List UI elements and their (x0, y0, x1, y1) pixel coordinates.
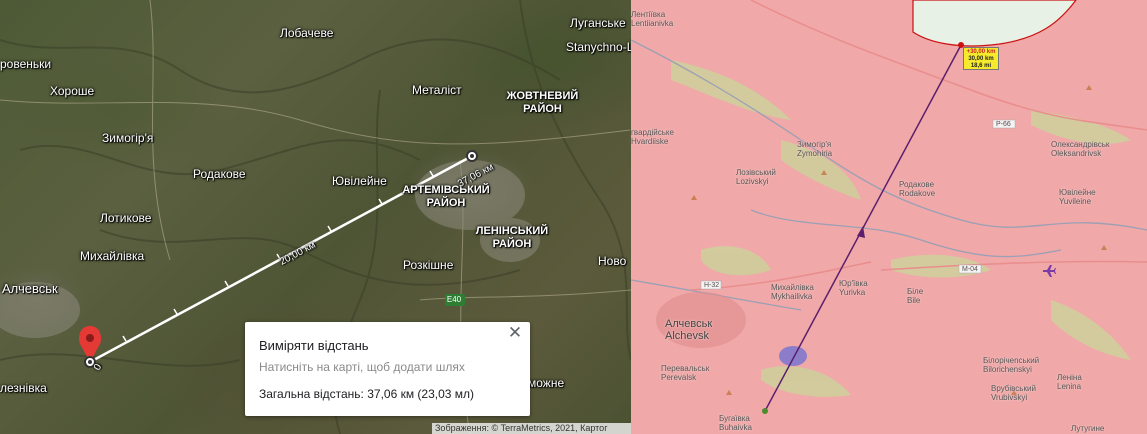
road-label-p66: P-66 (996, 121, 1011, 128)
place-alchevsk: Алчевськ (665, 318, 713, 330)
place-rovenky: ровеньки (0, 57, 52, 71)
place-lentiiivka: Лентіївка (631, 10, 666, 19)
place-alchevsk-sub: Alchevsk (665, 330, 710, 342)
place-yurivka: Юр'ївка (839, 279, 868, 288)
place-rodakove: Родакове (899, 180, 935, 189)
place-yurivka-sub: Yurivka (839, 288, 866, 297)
place-metalist: Металіст (412, 83, 462, 97)
road-label-m04: M-04 (962, 266, 978, 273)
place-lozivskyi-sub: Lozivskyi (736, 177, 769, 186)
place-mozhne: можне (528, 376, 565, 390)
place-mykhailivka-sub: Mykhailivka (771, 292, 813, 301)
place-alchevsk: Алчевськ (2, 281, 58, 296)
place-buhaivka: Бугаївка (719, 414, 750, 423)
place-yuvileine: Ювілейне (1059, 188, 1096, 197)
place-oleksandrivsk-sub: Oleksandrivsk (1051, 149, 1102, 158)
place-lezneivka: лезнівка (0, 381, 47, 395)
place-oleksandrivsk: Олександрівськ (1051, 140, 1110, 149)
place-lenina-sub: Lenina (1057, 382, 1082, 391)
place-lozivskyi: Лозівський (736, 168, 776, 177)
place-zhovtnevyi: ЖОВТНЕВИЙ РАЙОН (506, 90, 579, 115)
place-bile: Біле (907, 287, 924, 296)
place-mykhailivka: Михайлівка (771, 283, 814, 292)
place-rodakove: Родакове (193, 167, 246, 181)
distance-readout-line3: 18,6 mi (970, 63, 992, 69)
distance-readout: +30,00 km 30,00 km 18,6 mi (963, 47, 999, 70)
place-luhanske: Луганське (570, 16, 626, 30)
track-start-point[interactable] (762, 408, 768, 414)
satellite-map[interactable]: E40 Лобачеве Луганське Stanychno-L ровен… (0, 0, 631, 434)
road-label-h32: H-32 (704, 282, 720, 289)
place-lobacheve: Лобачеве (280, 26, 334, 40)
place-mykhailivka: Михайлівка (80, 249, 145, 263)
measure-card-total: Загальна відстань: 37,06 км (23,03 мл) (259, 387, 475, 401)
place-yuvileine: Ювілейне (332, 174, 387, 188)
road-label-e40: E40 (446, 295, 462, 304)
place-lenina: Леніна (1057, 373, 1082, 382)
place-vrubivskyi-sub: Vrubivskyi (991, 393, 1028, 402)
measure-card-title: Виміряти відстань (259, 338, 369, 353)
place-lotykove: Лотикове (100, 211, 152, 225)
place-vrubivskyi: Врубівський (991, 384, 1036, 393)
place-lutuhyne: Лутугине (1071, 424, 1105, 433)
unoccupied-area (912, 0, 1077, 47)
airport-icon (1043, 265, 1056, 277)
distance-readout-line2: 30,00 km (968, 56, 994, 62)
place-bilorichenskyi-sub: Bilorichenskyi (983, 365, 1032, 374)
close-icon[interactable]: ✕ (506, 324, 524, 342)
place-buhaivka-sub: Buhaivka (719, 423, 752, 432)
place-bilorichenskyi: Білорічenський (983, 356, 1040, 365)
place-rodakove-sub: Rodakove (899, 189, 936, 198)
place-artemivskyi: АРТЕМІВСЬКИЙ РАЙОН (402, 184, 490, 209)
place-perevalsk: Перевальськ (661, 364, 710, 373)
measure-card-hint: Натисніть на карті, щоб додати шлях (259, 360, 465, 374)
place-zymohirya: Зимогір'я (102, 131, 154, 145)
measure-ticks (122, 170, 434, 342)
place-hvardiiske-sub: Hvardiiske (631, 137, 669, 146)
place-stanychno: Stanychno-L (566, 40, 631, 54)
place-yuvileine-sub: Yuvileine (1059, 197, 1092, 206)
place-lentiiivka-sub: Lentiianivka (631, 19, 674, 28)
place-novo: Ново (598, 254, 627, 268)
place-zymohirya: Зимогір'я (797, 140, 832, 149)
map-attribution[interactable]: Зображення: © TerraMetrics, 2021, Картог (432, 423, 631, 434)
live-map[interactable]: P-66 M-04 H-32 Лентіївка Lentiianivka гв… (631, 0, 1147, 434)
place-zymohirya-sub: Zymohiria (797, 149, 833, 158)
place-perevalsk-sub: Perevalsk (661, 373, 697, 382)
place-leninskyi: ЛЕНІНСЬКИЙ РАЙОН (475, 225, 549, 250)
distance-readout-line1: +30,00 km (966, 49, 996, 55)
place-khoroshe: Хороше (50, 84, 95, 98)
place-bile-sub: Bile (907, 296, 921, 305)
reservoir (779, 346, 807, 366)
place-hvardiiske: гвардійське (631, 128, 674, 137)
place-rozkishne: Розкішне (403, 258, 454, 272)
measure-distance-card: Виміряти відстань Натисніть на карті, що… (245, 322, 530, 416)
